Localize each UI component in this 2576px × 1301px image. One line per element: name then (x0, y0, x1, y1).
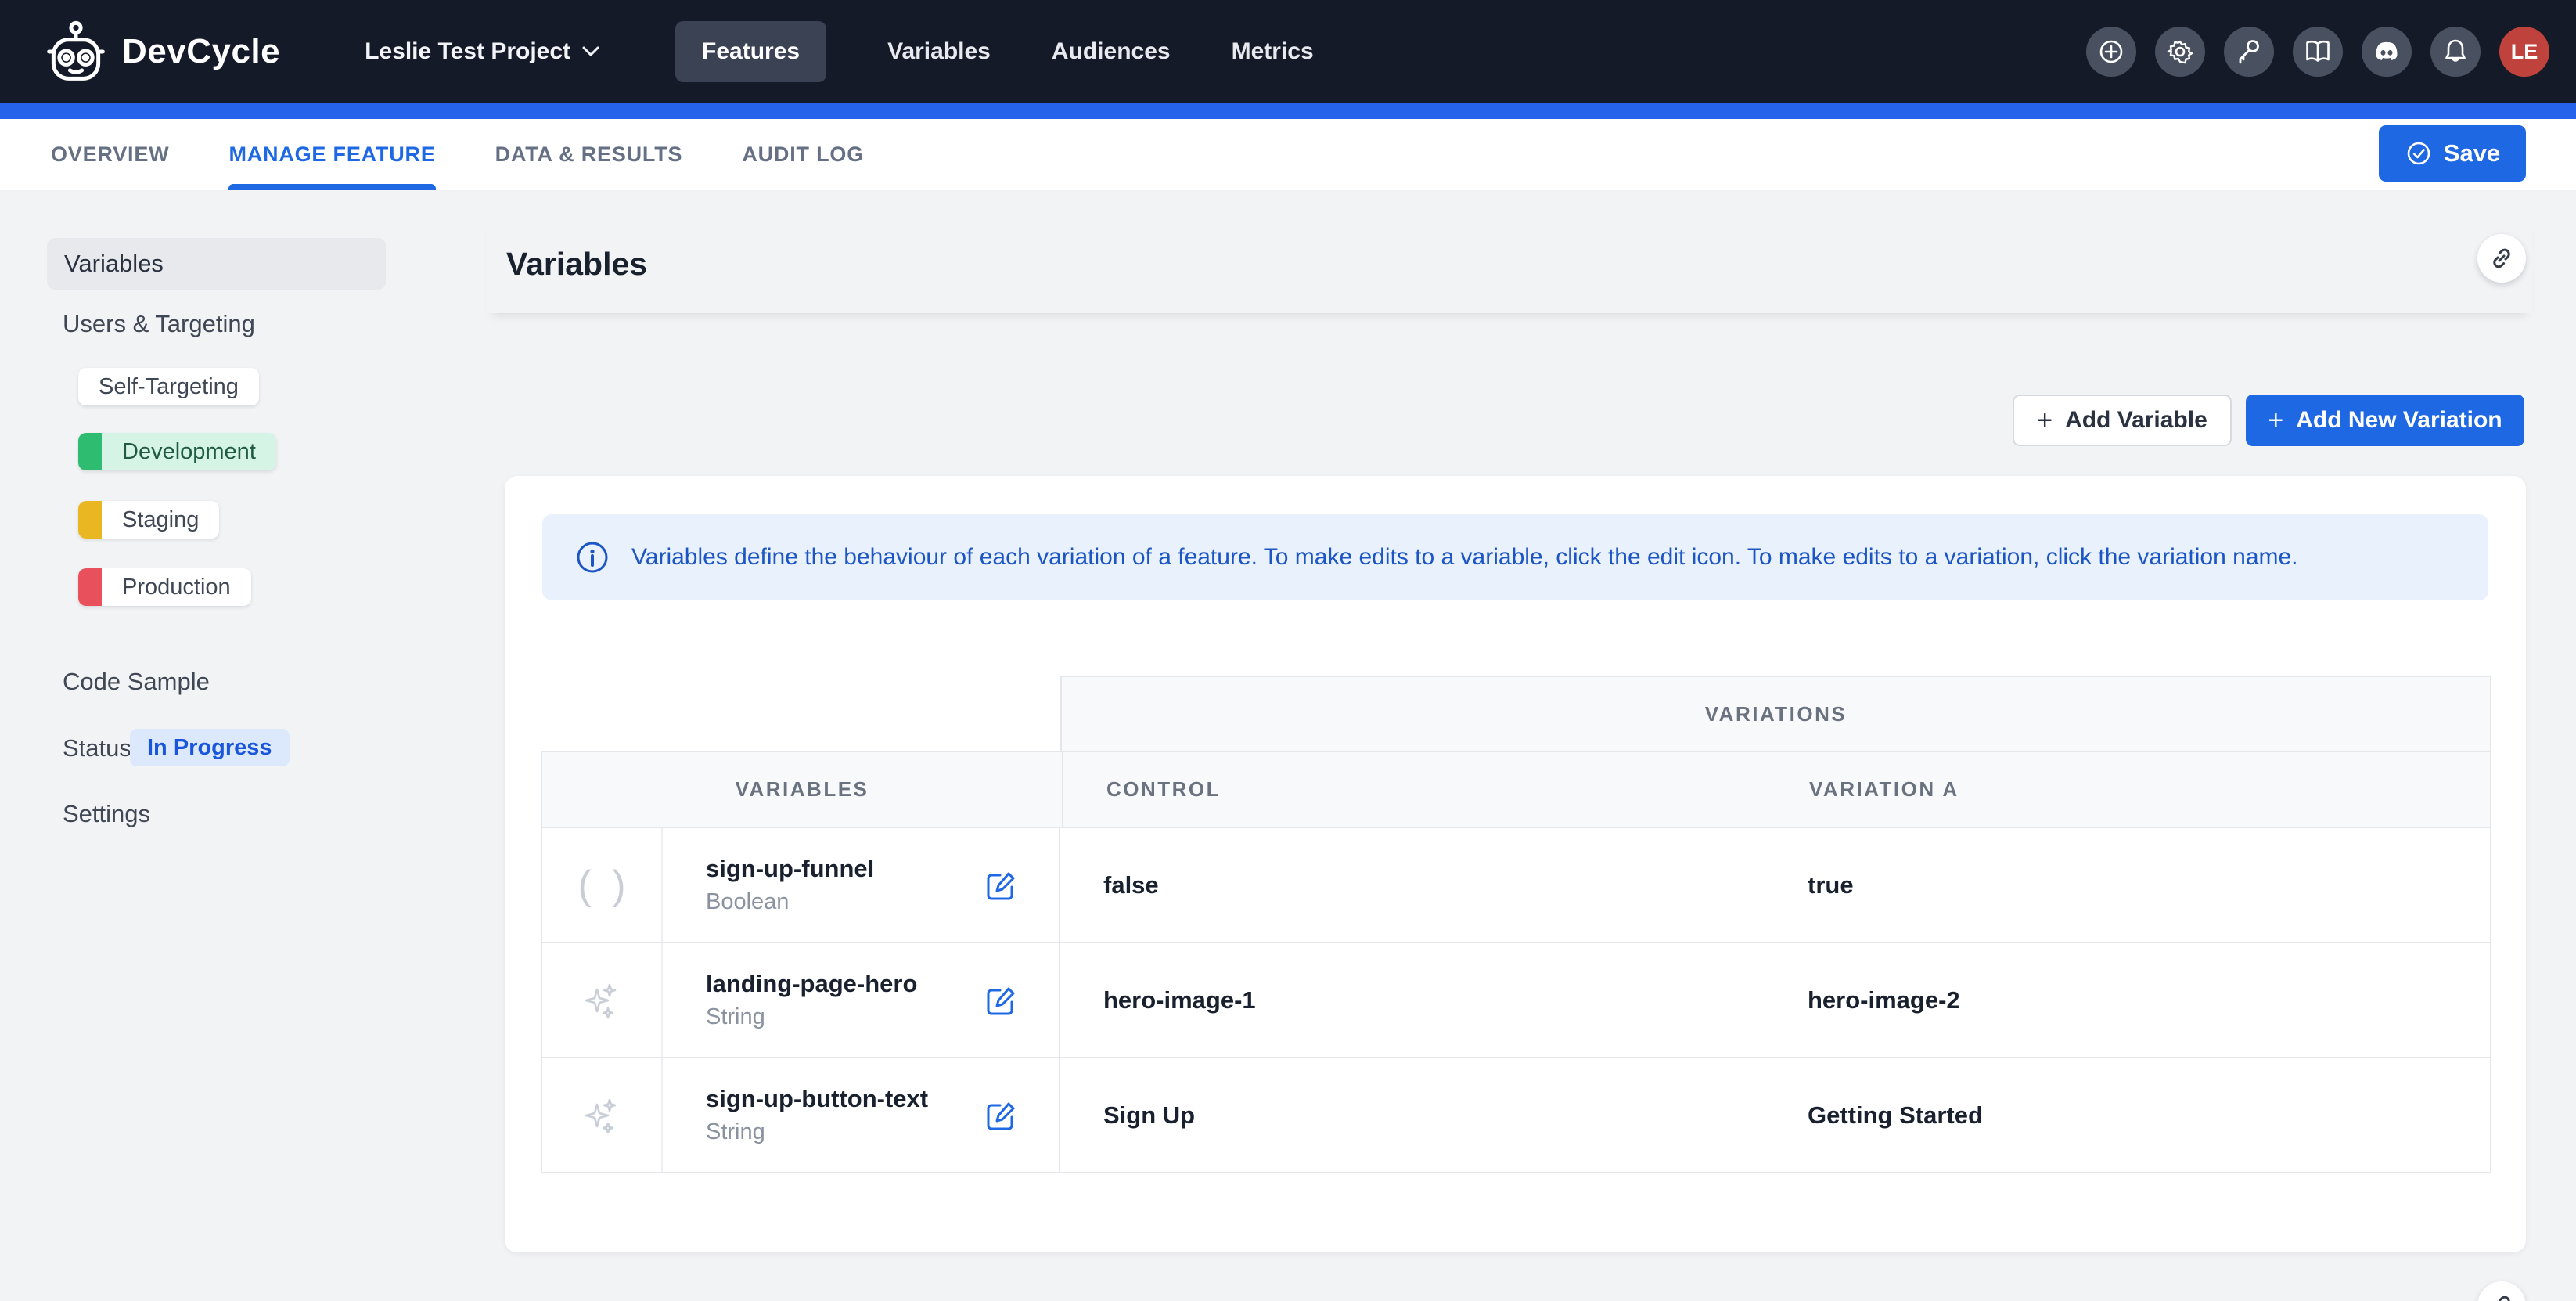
nav-item-features[interactable]: Features (675, 21, 826, 82)
control-value-cell: false (1060, 828, 1765, 942)
discord-icon[interactable] (2362, 27, 2412, 77)
gear-icon[interactable] (2155, 27, 2205, 77)
variation-a-value-cell: true (1765, 828, 2490, 942)
edit-pencil-icon (984, 1098, 1018, 1133)
section-header: Variables (487, 215, 2532, 313)
copy-link-button[interactable] (2477, 234, 2526, 283)
variations-super-header: VARIATIONS (1060, 676, 2491, 751)
sidebar-item-code-sample[interactable]: Code Sample (63, 668, 210, 696)
plus-icon: + (2268, 407, 2283, 434)
bell-icon[interactable] (2430, 27, 2481, 77)
status-badge[interactable]: In Progress (130, 729, 290, 766)
sparkles-icon (580, 1094, 624, 1137)
add-variable-label: Add Variable (2065, 407, 2207, 434)
env-pill-development[interactable]: Development (78, 433, 276, 470)
sidebar-item-variables-label: Variables (64, 250, 164, 278)
nav-item-variables[interactable]: Variables (887, 38, 991, 65)
column-header-control[interactable]: CONTROL (1062, 752, 1766, 827)
variable-type-cell (542, 943, 663, 1057)
nav-item-metrics[interactable]: Metrics (1232, 38, 1314, 65)
user-avatar[interactable]: LE (2499, 27, 2549, 77)
env-pill-self-targeting[interactable]: Self-Targeting (78, 368, 259, 405)
table-row: landing-page-hero String hero-image-1 he… (542, 943, 2490, 1058)
info-icon (575, 540, 610, 575)
key-icon[interactable] (2224, 27, 2274, 77)
book-icon[interactable] (2293, 27, 2343, 77)
link-icon (2489, 1293, 2514, 1301)
env-label-production: Production (102, 575, 251, 600)
env-label-development: Development (102, 439, 276, 465)
primary-nav: Features Variables Audiences Metrics (675, 21, 1314, 82)
project-selector[interactable]: Leslie Test Project (365, 38, 600, 65)
copy-link-button-bottom[interactable] (2477, 1281, 2526, 1301)
sidebar-item-users-targeting[interactable]: Users & Targeting (63, 310, 255, 338)
sparkles-icon (580, 978, 624, 1022)
tab-manage-feature[interactable]: MANAGE FEATURE (228, 119, 435, 190)
chevron-down-icon (581, 45, 600, 58)
accent-bar (0, 103, 2576, 119)
edit-variable-button[interactable] (984, 1098, 1018, 1133)
sidebar-item-status[interactable]: Status (63, 734, 131, 762)
table-row: ( ) sign-up-funnel Boolean false true (542, 828, 2490, 943)
info-banner: Variables define the behaviour of each v… (542, 514, 2488, 600)
env-label-self-targeting: Self-Targeting (78, 374, 259, 400)
tab-data-results[interactable]: DATA & RESULTS (495, 119, 683, 190)
sidebar-item-variables[interactable]: Variables (47, 238, 386, 290)
table-row: sign-up-button-text String Sign Up Getti… (542, 1058, 2490, 1173)
variable-name-cell: sign-up-button-text String (663, 1058, 1060, 1172)
save-button-label: Save (2444, 139, 2500, 168)
devcycle-robot-icon (45, 19, 106, 85)
info-banner-text: Variables define the behaviour of each v… (631, 544, 2298, 571)
env-color-bar-development (78, 433, 102, 470)
devcycle-logo[interactable]: DevCycle (45, 19, 280, 85)
project-name: Leslie Test Project (365, 38, 570, 65)
tab-overview[interactable]: OVERVIEW (51, 119, 169, 190)
devcycle-app: DevCycle Leslie Test Project Features Va… (0, 0, 2576, 1301)
variables-table-body: ( ) sign-up-funnel Boolean false true la… (541, 828, 2491, 1173)
table-header-row: VARIABLES CONTROL VARIATION A (541, 751, 2491, 828)
sidebar-item-settings[interactable]: Settings (63, 800, 150, 828)
column-header-variation-a[interactable]: VARIATION A (1766, 752, 2490, 827)
feature-tab-bar: OVERVIEW MANAGE FEATURE DATA & RESULTS A… (0, 119, 2576, 190)
variable-name-cell: landing-page-hero String (663, 943, 1060, 1057)
variable-type-cell: ( ) (542, 828, 663, 942)
top-navigation-bar: DevCycle Leslie Test Project Features Va… (0, 0, 2576, 103)
env-color-bar-staging (78, 501, 102, 539)
add-circle-icon[interactable] (2086, 27, 2136, 77)
edit-variable-button[interactable] (984, 983, 1018, 1018)
save-button[interactable]: Save (2379, 125, 2526, 182)
add-variable-button[interactable]: + Add Variable (2013, 395, 2232, 446)
tab-audit-log[interactable]: AUDIT LOG (742, 119, 864, 190)
nav-item-audiences[interactable]: Audiences (1052, 38, 1171, 65)
add-new-variation-button[interactable]: + Add New Variation (2246, 395, 2524, 446)
topbar-icon-cluster: LE (2086, 0, 2549, 103)
plus-icon: + (2037, 407, 2053, 434)
page-title: Variables (506, 246, 647, 283)
edit-variable-button[interactable] (984, 868, 1018, 903)
boolean-icon: ( ) (573, 862, 630, 909)
link-icon (2489, 246, 2514, 271)
variable-name-cell: sign-up-funnel Boolean (663, 828, 1060, 942)
variation-a-value-cell: Getting Started (1765, 1058, 2490, 1172)
variable-type-cell (542, 1058, 663, 1172)
env-color-bar-production (78, 568, 102, 606)
brand-name: DevCycle (122, 32, 280, 71)
column-header-variables: VARIABLES (542, 752, 1062, 827)
variation-a-value-cell: hero-image-2 (1765, 943, 2490, 1057)
edit-pencil-icon (984, 868, 1018, 903)
edit-pencil-icon (984, 983, 1018, 1018)
check-circle-icon (2405, 139, 2433, 168)
add-new-variation-label: Add New Variation (2296, 407, 2502, 434)
env-pill-staging[interactable]: Staging (78, 501, 219, 539)
control-value-cell: Sign Up (1060, 1058, 1765, 1172)
env-label-staging: Staging (102, 507, 219, 533)
control-value-cell: hero-image-1 (1060, 943, 1765, 1057)
env-pill-production[interactable]: Production (78, 568, 251, 606)
